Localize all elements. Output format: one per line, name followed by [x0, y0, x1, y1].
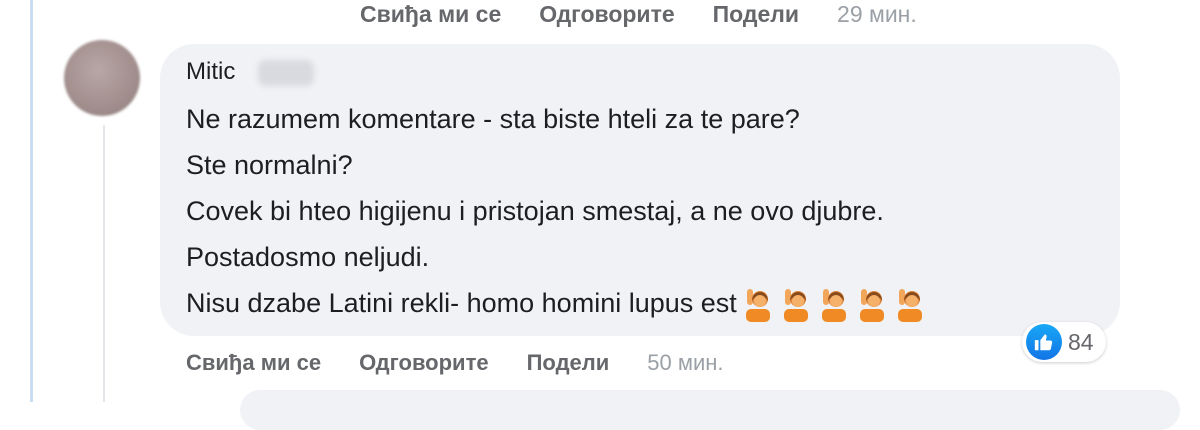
comment-body: Ne razumem komentare - sta biste hteli z… [186, 96, 927, 326]
like-icon [1026, 324, 1062, 360]
share-link[interactable]: Подели [713, 1, 799, 28]
comment-line-last: Nisu dzabe Latini rekli- homo homini lup… [186, 280, 927, 326]
comment-line: Ste normalni? [186, 150, 353, 180]
author-surname-redaction [258, 60, 314, 86]
reply-link[interactable]: Одговорите [359, 350, 489, 376]
person-raising-hand-icon [777, 287, 813, 323]
like-link[interactable]: Свиђа ми се [186, 350, 321, 376]
like-link[interactable]: Свиђа ми се [360, 1, 501, 28]
emoji-group [739, 287, 927, 323]
previous-comment-actions: Свиђа ми се Одговорите Подели 29 мин. [360, 0, 917, 28]
comment-line: Ne razumem komentare - sta biste hteli z… [186, 104, 800, 134]
reply-thread-line [103, 125, 105, 402]
reaction-summary[interactable]: 84 [1022, 322, 1106, 362]
comment-line-text: Nisu dzabe Latini rekli- homo homini lup… [186, 288, 737, 318]
share-link[interactable]: Подели [527, 350, 610, 376]
comment-author[interactable]: Mitic [186, 58, 235, 86]
comment-line: Postadosmo neljudi. [186, 242, 430, 272]
comment-line: Covek bi hteo higijenu i pristojan smest… [186, 196, 884, 226]
person-raising-hand-icon [815, 287, 851, 323]
person-raising-hand-icon [739, 287, 775, 323]
comment-timestamp[interactable]: 29 мин. [837, 1, 917, 28]
avatar[interactable] [64, 40, 140, 116]
comment-actions: Свиђа ми се Одговорите Подели 50 мин. [186, 348, 724, 378]
person-raising-hand-icon [853, 287, 889, 323]
reaction-count: 84 [1068, 328, 1094, 355]
next-comment-bubble [240, 390, 1180, 430]
left-border-rule [30, 0, 33, 402]
comment-timestamp[interactable]: 50 мин. [647, 350, 723, 376]
reply-link[interactable]: Одговорите [539, 1, 674, 28]
person-raising-hand-icon [891, 287, 927, 323]
